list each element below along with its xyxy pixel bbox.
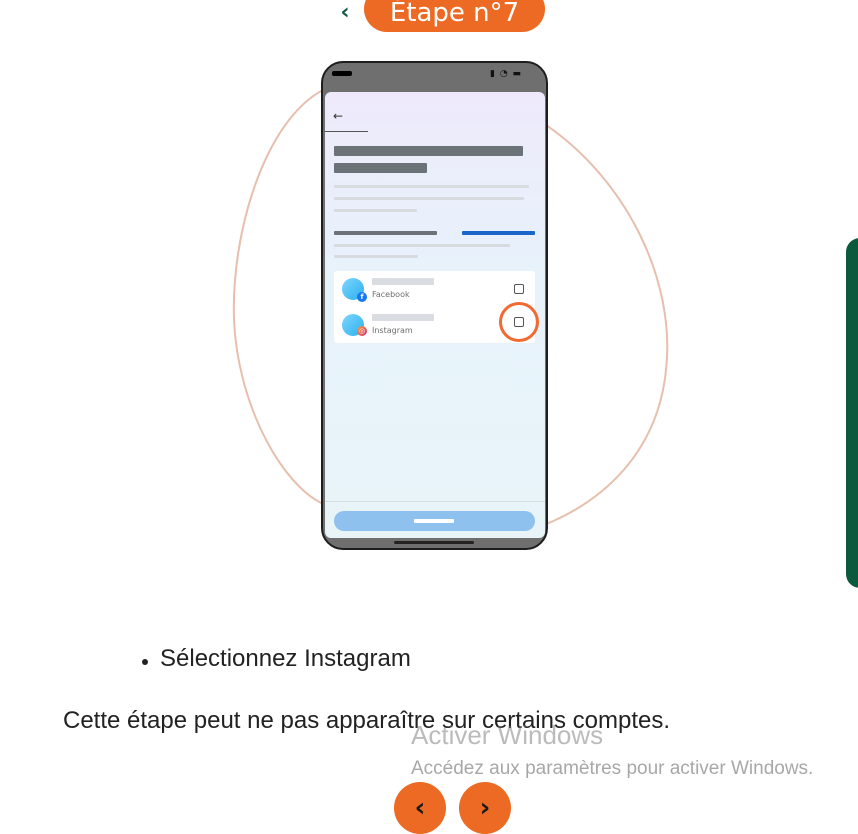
account-name-placeholder	[372, 314, 434, 321]
phone-header-divider	[325, 131, 368, 132]
placeholder-link	[462, 231, 535, 235]
placeholder-text-line	[334, 197, 524, 200]
facebook-checkbox	[514, 284, 524, 294]
placeholder-section-heading	[334, 231, 437, 235]
phone-back-arrow-icon: ←	[333, 109, 344, 123]
highlight-circle	[499, 302, 539, 342]
chevron-right-icon: ›	[479, 793, 491, 823]
instruction-text: Sélectionnez	[160, 645, 305, 672]
placeholder-text-line	[334, 185, 529, 188]
instruction-list: Sélectionnez Instagram	[142, 645, 411, 673]
phone-home-indicator	[394, 541, 474, 544]
account-name-placeholder	[372, 278, 434, 285]
activation-watermark-subtitle: Accédez aux paramètres pour activer Wind…	[411, 758, 814, 779]
facebook-icon: f	[357, 292, 367, 302]
phone-time-placeholder	[332, 71, 352, 76]
phone-status-icons: ▮ ◔ ▬	[490, 69, 523, 79]
activation-watermark-title: Activer Windows	[411, 720, 604, 750]
placeholder-title-line	[334, 163, 427, 173]
confirm-button-label-placeholder	[414, 519, 454, 523]
side-panel[interactable]	[846, 238, 858, 588]
placeholder-text-line	[334, 209, 417, 212]
instagram-account-label: Instagram	[372, 326, 413, 335]
instruction-item: Sélectionnez Instagram	[142, 645, 411, 673]
placeholder-text-line	[334, 255, 418, 258]
previous-step-icon[interactable]: ‹	[334, 0, 356, 26]
step-badge: Étape n°7	[364, 0, 545, 32]
placeholder-text-line	[334, 244, 510, 247]
instruction-target: Instagram	[304, 645, 411, 672]
phone-bottom-divider	[325, 501, 545, 502]
facebook-account-label: Facebook	[372, 290, 410, 299]
previous-button[interactable]: ‹	[394, 782, 446, 834]
placeholder-title-line	[334, 146, 523, 156]
next-button[interactable]: ›	[459, 782, 511, 834]
instagram-icon: ◎	[357, 326, 367, 336]
chevron-left-icon: ‹	[414, 793, 426, 823]
